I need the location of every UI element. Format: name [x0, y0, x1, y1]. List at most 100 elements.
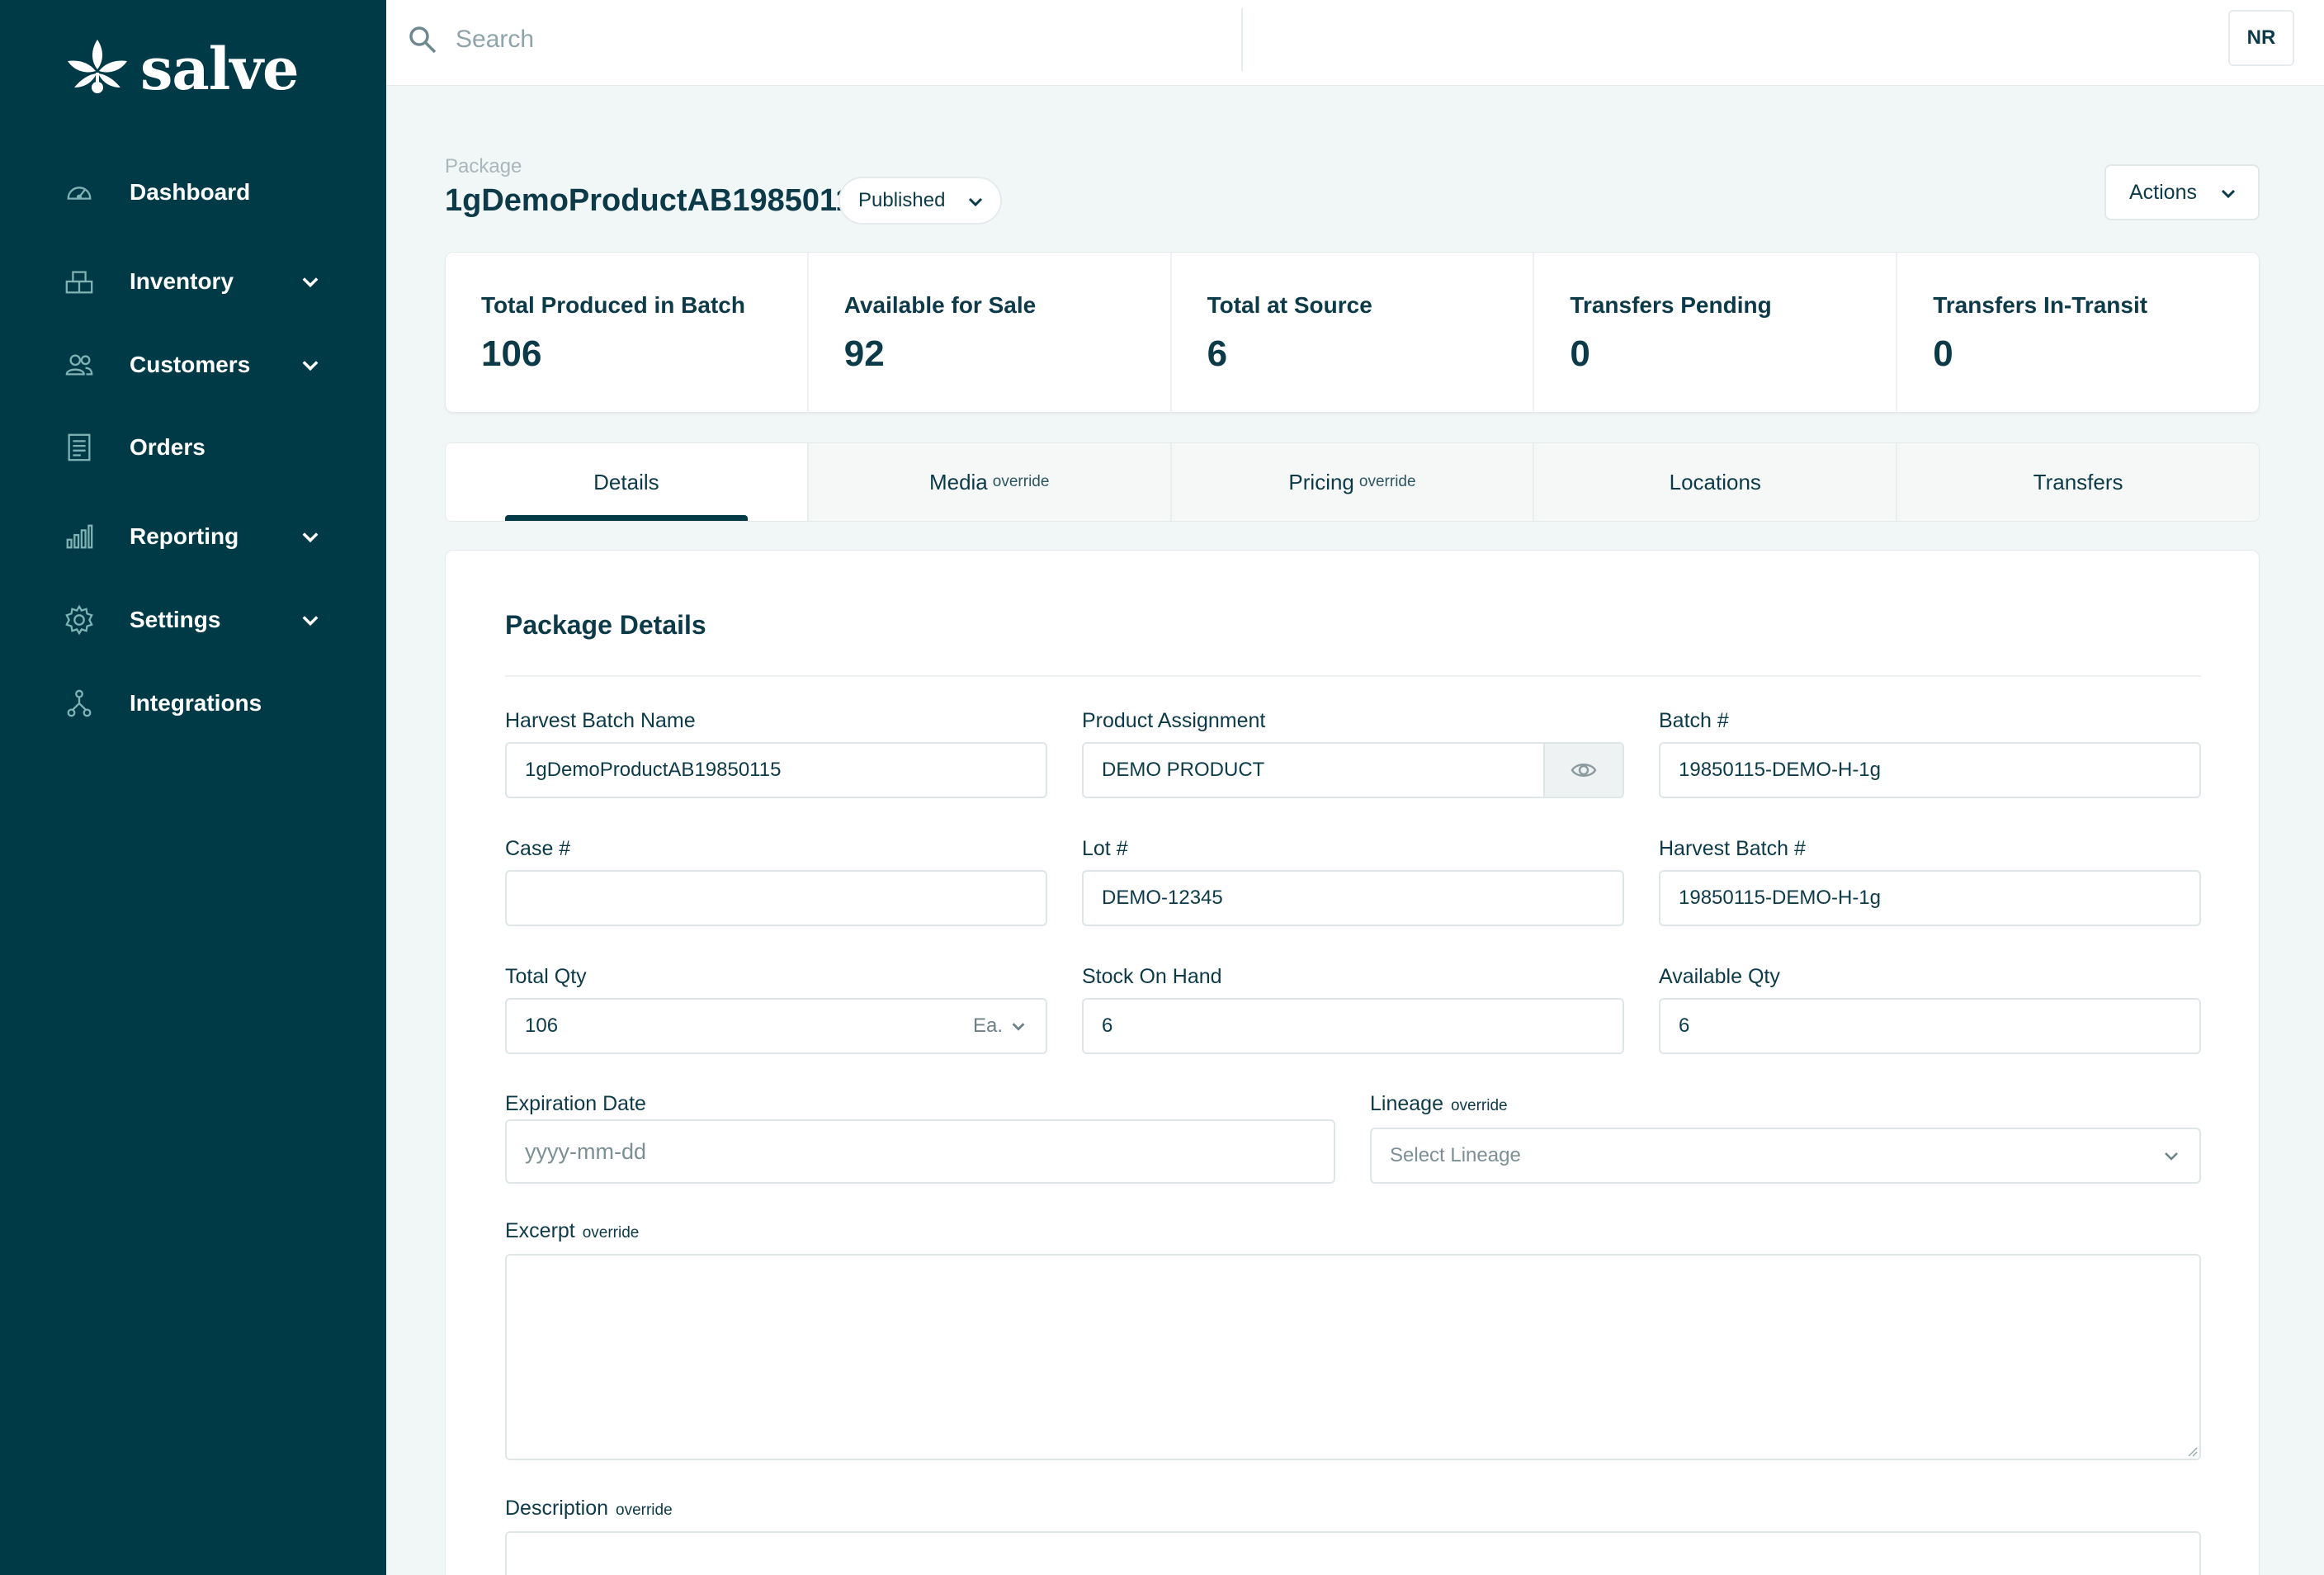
stat-total-produced: Total Produced in Batch 106 — [446, 253, 809, 412]
sidebar-item-inventory[interactable]: Inventory — [0, 248, 386, 315]
batch-number-field[interactable]: 19850115-DEMO-H-1g — [1659, 742, 2201, 798]
unit-select[interactable]: Ea. — [973, 1015, 1027, 1038]
sidebar-item-reporting[interactable]: Reporting — [0, 504, 386, 570]
boxes-icon — [63, 265, 96, 298]
tab-transfers[interactable]: Transfers — [1897, 443, 2259, 521]
field-value: 19850115-DEMO-H-1g — [1679, 759, 1882, 781]
sidebar-item-label: Settings — [130, 607, 221, 632]
excerpt-label: Excerpt override — [505, 1219, 639, 1243]
stat-label: Total at Source — [1207, 292, 1372, 318]
gear-icon — [63, 603, 96, 636]
tab-locations[interactable]: Locations — [1534, 443, 1898, 521]
chevron-down-icon[interactable] — [299, 608, 322, 631]
users-icon — [63, 348, 96, 381]
chevron-down-icon[interactable] — [299, 353, 322, 376]
brand-name: salve — [140, 35, 300, 103]
label-sub: override — [1450, 1097, 1508, 1114]
field-value: 106 — [525, 1015, 559, 1037]
harvest-batch-number-field[interactable]: 19850115-DEMO-H-1g — [1659, 870, 2201, 926]
search-input[interactable] — [456, 18, 1198, 61]
stock-on-hand-field[interactable]: 6 — [1082, 998, 1624, 1054]
chevron-down-icon — [2165, 1152, 2178, 1161]
harvest-batch-name-field[interactable]: 1gDemoProductAB19850115 — [505, 742, 1047, 798]
tab-pricing[interactable]: Pricing override — [1172, 443, 1535, 521]
label-sub: override — [582, 1224, 640, 1242]
tab-label: Media — [928, 469, 988, 494]
chevron-down-icon[interactable] — [299, 525, 322, 548]
field-placeholder: yyyy-mm-dd — [525, 1138, 646, 1164]
excerpt-textarea[interactable] — [505, 1254, 2201, 1460]
label-text: Lineage — [1370, 1092, 1443, 1115]
tab-bar: Details Media override Pricing override … — [445, 442, 2260, 522]
product-assignment-label: Product Assignment — [1082, 709, 1266, 732]
eye-icon — [1571, 764, 1597, 777]
tab-media[interactable]: Media override — [809, 443, 1172, 521]
label-text: Description — [505, 1497, 609, 1520]
sidebar-item-integrations[interactable]: Integrations — [0, 670, 386, 736]
stat-value: 6 — [1207, 333, 1228, 374]
lineage-select[interactable]: Select Lineage — [1370, 1128, 2201, 1184]
stat-value: 106 — [481, 333, 542, 374]
stat-value: 0 — [1570, 333, 1590, 374]
sidebar-item-customers[interactable]: Customers — [0, 332, 386, 398]
sidebar-item-orders[interactable]: Orders — [0, 414, 386, 480]
stat-value: 0 — [1933, 333, 1953, 374]
breadcrumb[interactable]: Package — [445, 155, 522, 178]
actions-label: Actions — [2129, 180, 2197, 204]
section-divider — [505, 675, 2201, 677]
harvest-batch-name-label: Harvest Batch Name — [505, 709, 696, 732]
tab-label: Locations — [1669, 469, 1761, 494]
sidebar-item-settings[interactable]: Settings — [0, 587, 386, 653]
page-title: 1gDemoProductAB19850115 — [445, 183, 871, 218]
description-textarea[interactable] — [505, 1531, 2201, 1575]
sidebar-item-label: Customers — [130, 352, 251, 377]
chevron-down-icon — [2221, 189, 2236, 199]
leaf-logo-icon — [68, 40, 127, 93]
chevron-down-icon — [968, 197, 983, 207]
sidebar-item-label: Reporting — [130, 523, 239, 549]
expiration-date-label: Expiration Date — [505, 1092, 646, 1115]
batch-number-label: Batch # — [1659, 709, 1729, 732]
search-icon — [409, 26, 437, 54]
actions-button[interactable]: Actions — [2104, 164, 2260, 220]
stock-on-hand-label: Stock On Hand — [1082, 965, 1222, 988]
view-product-button[interactable] — [1543, 744, 1623, 797]
tab-label: Pricing — [1288, 469, 1354, 494]
stat-value: 92 — [843, 333, 885, 374]
field-value: 6 — [1102, 1015, 1113, 1037]
sidebar-item-label: Inventory — [130, 268, 234, 294]
field-value: DEMO PRODUCT — [1102, 759, 1265, 781]
resize-handle-icon[interactable] — [2185, 1444, 2198, 1457]
lot-number-field[interactable]: DEMO-12345 — [1082, 870, 1624, 926]
stat-transfers-pending: Transfers Pending 0 — [1534, 253, 1898, 412]
case-number-field[interactable] — [505, 870, 1047, 926]
field-value: 6 — [1679, 1015, 1690, 1037]
package-details-card: Package Details Harvest Batch Name 1gDem… — [445, 550, 2260, 1575]
tab-label: Transfers — [2033, 469, 2123, 494]
status-label: Published — [858, 189, 946, 211]
stat-label: Available for Sale — [843, 292, 1037, 318]
brand-logo[interactable]: salve — [63, 35, 300, 103]
field-value: 1gDemoProductAB19850115 — [525, 759, 782, 781]
label-text: Excerpt — [505, 1219, 575, 1242]
stat-total-at-source: Total at Source 6 — [1172, 253, 1535, 412]
case-number-label: Case # — [505, 837, 571, 860]
sidebar-item-label: Integrations — [130, 690, 262, 716]
sidebar-item-label: Orders — [130, 434, 205, 460]
status-dropdown[interactable]: Published — [838, 177, 1002, 225]
chevron-down-icon[interactable] — [299, 270, 322, 293]
description-label: Description override — [505, 1497, 673, 1521]
select-placeholder: Select Lineage — [1390, 1144, 1521, 1166]
tab-details[interactable]: Details — [446, 443, 809, 521]
total-qty-field[interactable]: 106 Ea. — [505, 998, 1047, 1054]
expiration-date-field[interactable]: yyyy-mm-dd — [505, 1119, 1335, 1184]
available-qty-field[interactable]: 6 — [1659, 998, 2201, 1054]
lot-number-label: Lot # — [1082, 837, 1128, 860]
sidebar-item-label: Dashboard — [130, 179, 251, 205]
avatar[interactable]: NR — [2228, 10, 2294, 66]
label-sub: override — [616, 1502, 673, 1519]
stat-label: Total Produced in Batch — [481, 292, 745, 318]
sidebar-item-dashboard[interactable]: Dashboard — [0, 159, 386, 225]
chevron-down-icon — [1012, 1023, 1025, 1031]
product-assignment-field[interactable]: DEMO PRODUCT — [1082, 742, 1624, 798]
